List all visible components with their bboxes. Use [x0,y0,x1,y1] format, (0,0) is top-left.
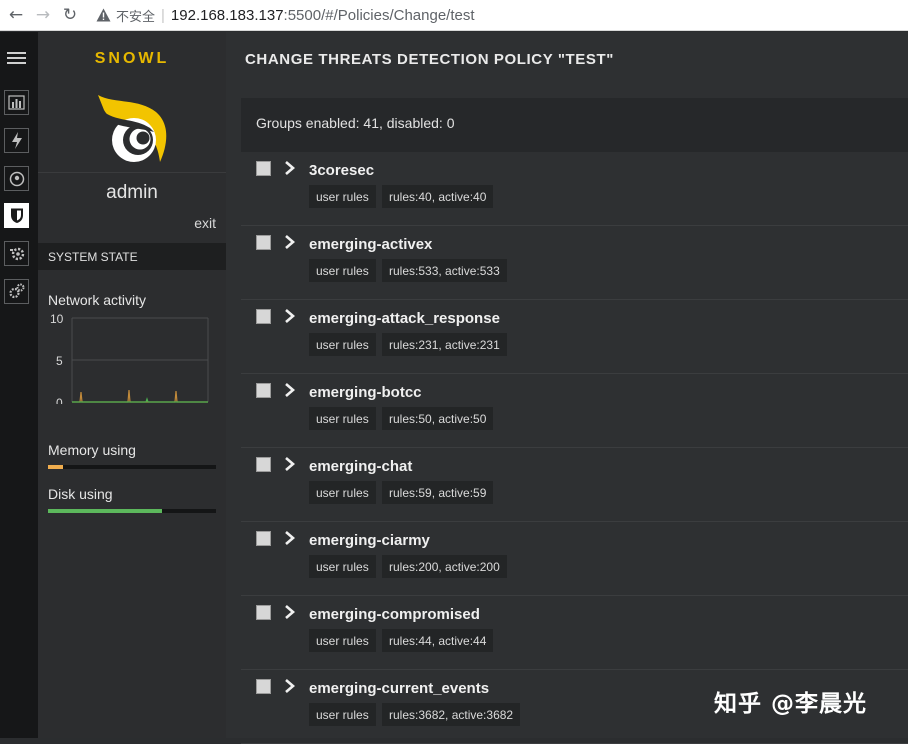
group-tag: user rules [309,629,376,652]
dashboard-icon[interactable] [4,90,29,115]
group-checkbox[interactable] [256,383,271,398]
groups-summary: Groups enabled: 41, disabled: 0 [241,98,908,152]
menu-icon[interactable] [7,52,26,66]
memory-bar [48,465,216,469]
group-stats: rules:44, active:44 [382,629,494,652]
user-divider [38,172,226,173]
group-row: emerging-ciarmy user rules rules:200, ac… [241,522,908,596]
group-tag: user rules [309,333,376,356]
group-name[interactable]: emerging-activex [309,236,432,253]
watermark-text: 知乎 @李晨光 [714,691,868,717]
group-name[interactable]: emerging-chat [309,458,412,475]
group-tag: user rules [309,555,376,578]
group-stats: rules:231, active:231 [382,333,507,356]
main-content: CHANGE THREATS DETECTION POLICY "TEST" G… [226,32,908,744]
group-name[interactable]: emerging-ciarmy [309,532,430,549]
url-host[interactable]: 192.168.183.137 [171,7,284,24]
events-icon[interactable] [4,128,29,153]
network-activity-chart: 10 5 0 [50,312,209,404]
group-row: emerging-attack_response user rules rule… [241,300,908,374]
tools-icon[interactable] [4,241,29,266]
group-checkbox[interactable] [256,679,271,694]
group-tag: user rules [309,185,376,208]
group-row: emerging-botcc user rules rules:50, acti… [241,374,908,448]
exit-link[interactable]: exit [194,215,216,231]
policies-shield-icon[interactable] [4,203,29,228]
group-stats: rules:40, active:40 [382,185,494,208]
location-icon[interactable] [4,166,29,191]
y-tick-label: 5 [56,354,63,368]
chevron-right-icon[interactable] [283,159,297,177]
sidebar: SNOWL admin exit SYSTEM STATE Network ac… [38,32,226,738]
group-checkbox[interactable] [256,457,271,472]
brand-name[interactable]: SNOWL [38,50,226,68]
group-stats: rules:59, active:59 [382,481,494,504]
system-state-header: SYSTEM STATE [38,243,226,270]
group-tag: user rules [309,703,376,726]
group-name[interactable]: emerging-botcc [309,384,422,401]
network-series-green [72,397,208,403]
chevron-right-icon[interactable] [283,455,297,473]
group-checkbox[interactable] [256,161,271,176]
group-name[interactable]: emerging-compromised [309,606,480,623]
group-row: emerging-chat user rules rules:59, activ… [241,448,908,522]
y-tick-label: 0 [56,396,63,404]
url-path[interactable]: :5500/#/Policies/Change/test [284,7,475,24]
chevron-right-icon[interactable] [283,381,297,399]
disk-bar-fill [48,509,163,513]
memory-using-label: Memory using [48,442,136,458]
group-tag: user rules [309,259,376,282]
group-stats: rules:533, active:533 [382,259,507,282]
group-stats: rules:3682, active:3682 [382,703,521,726]
network-activity-label: Network activity [48,292,147,308]
browser-toolbar: ← → ↻ 不安全 | 192.168.183.137:5500/#/Polic… [0,0,908,31]
forward-arrow-icon[interactable]: → [32,4,54,26]
group-name[interactable]: 3coresec [309,162,374,179]
group-row: 3coresec user rules rules:40, active:40 [241,152,908,226]
owl-logo-icon [98,95,167,162]
warning-icon[interactable] [95,7,111,23]
group-name[interactable]: emerging-attack_response [309,310,500,327]
chevron-right-icon[interactable] [283,307,297,325]
disk-bar [48,509,216,513]
chevron-right-icon[interactable] [283,603,297,621]
y-tick-label: 10 [50,312,64,326]
memory-bar-fill [48,465,64,469]
chevron-right-icon[interactable] [283,677,297,695]
disk-using-label: Disk using [48,486,113,502]
group-tag: user rules [309,407,376,430]
username: admin [106,182,158,203]
group-tag: user rules [309,481,376,504]
insecure-label[interactable]: 不安全 [116,6,155,25]
network-series-orange [72,389,208,403]
group-stats: rules:50, active:50 [382,407,494,430]
back-arrow-icon[interactable]: ← [5,4,27,26]
group-name[interactable]: emerging-current_events [309,680,489,697]
icon-strip [0,32,38,738]
chevron-right-icon[interactable] [283,233,297,251]
group-row: emerging-activex user rules rules:533, a… [241,226,908,300]
reload-icon[interactable]: ↻ [59,4,81,26]
group-checkbox[interactable] [256,309,271,324]
group-checkbox[interactable] [256,605,271,620]
group-checkbox[interactable] [256,235,271,250]
page-title: CHANGE THREATS DETECTION POLICY "TEST" [245,51,614,68]
chevron-right-icon[interactable] [283,529,297,547]
group-checkbox[interactable] [256,531,271,546]
url-separator: | [161,6,165,24]
settings-gears-icon[interactable] [4,279,29,304]
group-row: emerging-compromised user rules rules:44… [241,596,908,670]
group-stats: rules:200, active:200 [382,555,507,578]
